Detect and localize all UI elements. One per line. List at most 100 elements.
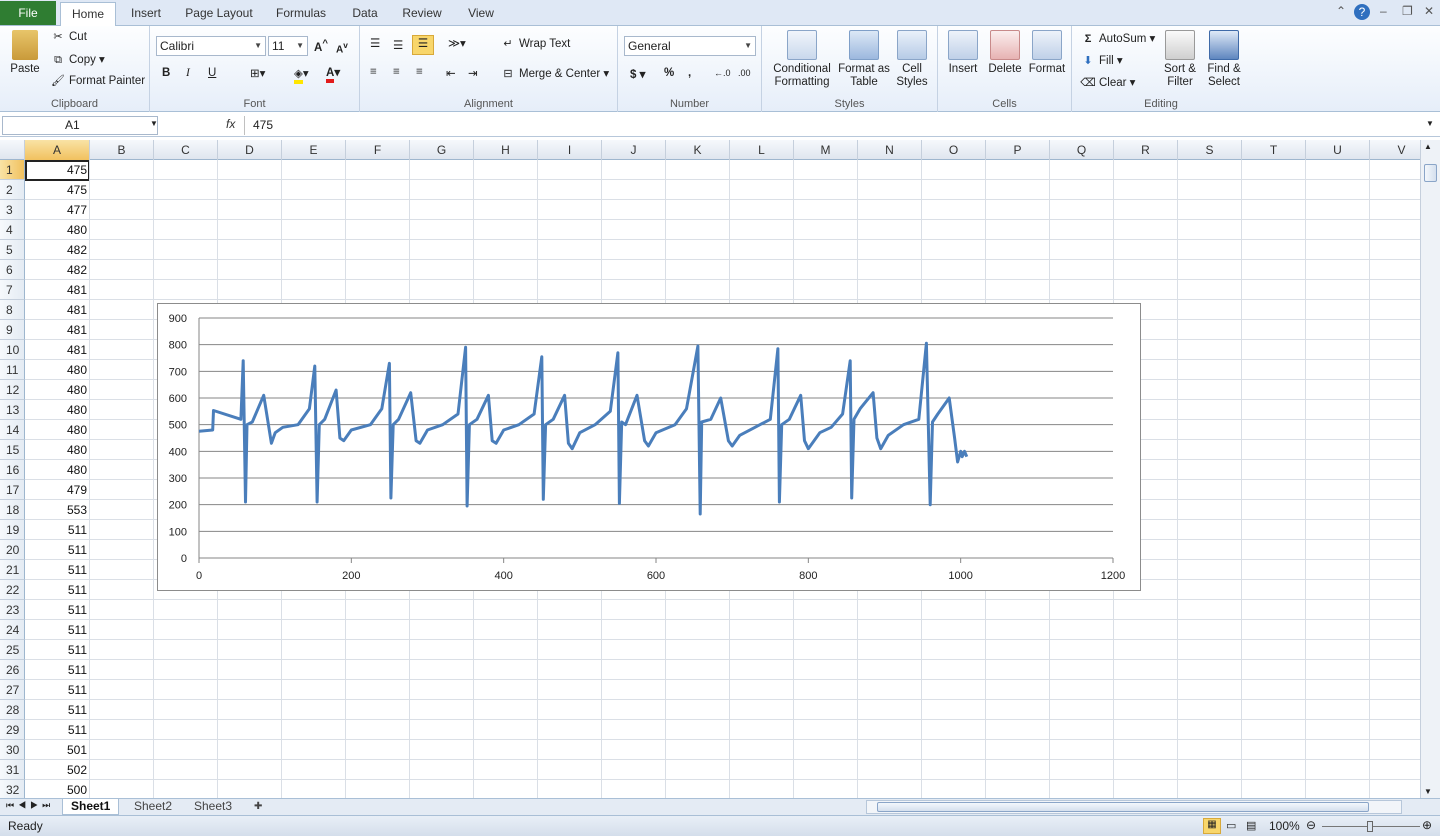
cell-a17[interactable]: 479 (25, 480, 89, 500)
window-restore-icon[interactable]: ❐ (1402, 4, 1413, 18)
align-center-icon[interactable]: ≡ (393, 66, 400, 78)
autosum-button[interactable]: Σ AutoSum ▾ (1080, 31, 1156, 46)
row-header[interactable]: 21 (0, 560, 25, 580)
tab-page-layout[interactable]: Page Layout (180, 2, 258, 26)
column-header[interactable]: E (282, 140, 346, 160)
percent-button[interactable]: % (664, 67, 674, 79)
cell-a7[interactable]: 481 (25, 280, 89, 300)
paste-button[interactable]: Paste (6, 30, 44, 76)
column-header[interactable]: V (1370, 140, 1420, 160)
orientation-icon[interactable]: ≫▾ (448, 36, 466, 50)
row-header[interactable]: 1 (0, 160, 25, 180)
row-header[interactable]: 6 (0, 260, 25, 280)
normal-view-icon[interactable]: ▦ (1203, 818, 1221, 834)
bold-button[interactable]: B (162, 67, 170, 79)
cell-a20[interactable]: 511 (25, 540, 89, 560)
row-header[interactable]: 23 (0, 600, 25, 620)
insert-function-icon[interactable]: fx (226, 117, 235, 131)
column-header[interactable]: C (154, 140, 218, 160)
cell-a5[interactable]: 482 (25, 240, 89, 260)
column-header[interactable]: M (794, 140, 858, 160)
window-minimize-icon[interactable]: – (1380, 4, 1387, 18)
row-header[interactable]: 2 (0, 180, 25, 200)
sheet-tab-2[interactable]: Sheet2 (126, 799, 180, 815)
zoom-in-icon[interactable]: ⊕ (1422, 818, 1432, 832)
row-header[interactable]: 18 (0, 500, 25, 520)
insert-cells-button[interactable]: Insert (942, 30, 984, 76)
cell-a28[interactable]: 511 (25, 700, 89, 720)
column-header[interactable]: B (90, 140, 154, 160)
row-header[interactable]: 24 (0, 620, 25, 640)
increase-decimal-button[interactable]: ←.0 (714, 68, 731, 78)
horizontal-scroll-thumb[interactable] (877, 802, 1369, 812)
font-size-select[interactable]: 11 ▼ (268, 36, 308, 56)
decrease-decimal-button[interactable]: .00 (738, 68, 751, 78)
row-header[interactable]: 10 (0, 340, 25, 360)
clear-button[interactable]: ⌫ Clear ▾ (1080, 75, 1135, 90)
format-as-table-button[interactable]: Format as Table (838, 30, 890, 89)
column-header[interactable]: O (922, 140, 986, 160)
tab-home[interactable]: Home (60, 2, 116, 27)
cell-a30[interactable]: 501 (25, 740, 89, 760)
cell-a4[interactable]: 480 (25, 220, 89, 240)
delete-cells-button[interactable]: Delete (984, 30, 1026, 76)
row-header[interactable]: 4 (0, 220, 25, 240)
row-header[interactable]: 7 (0, 280, 25, 300)
row-header[interactable]: 9 (0, 320, 25, 340)
expand-formula-bar-icon[interactable]: ▼ (1426, 119, 1434, 128)
align-middle-icon[interactable]: ☰ (393, 38, 403, 52)
zoom-out-icon[interactable]: ⊖ (1306, 818, 1316, 832)
tab-review[interactable]: Review (398, 2, 446, 26)
zoom-level[interactable]: 100% (1269, 819, 1300, 833)
vertical-scrollbar[interactable]: ▲ ▼ (1420, 140, 1440, 798)
align-left-icon[interactable]: ≡ (370, 66, 377, 78)
row-header[interactable]: 28 (0, 700, 25, 720)
column-header[interactable]: I (538, 140, 602, 160)
line-chart[interactable]: 0 100 200 300 400 500 600 700 800 900 0 200 400 600 80… (157, 303, 1141, 591)
page-break-view-icon[interactable]: ▤ (1246, 819, 1256, 832)
cell-a27[interactable]: 511 (25, 680, 89, 700)
insert-sheet-icon[interactable]: ✚ (246, 799, 270, 815)
grow-font-icon[interactable]: A^ (314, 38, 328, 54)
window-close-icon[interactable]: ✕ (1424, 4, 1434, 18)
font-color-icon[interactable]: A▾ (326, 65, 340, 83)
cell-a26[interactable]: 511 (25, 660, 89, 680)
row-header[interactable]: 5 (0, 240, 25, 260)
underline-button[interactable]: U (208, 67, 216, 79)
cell-a13[interactable]: 480 (25, 400, 89, 420)
format-painter-button[interactable]: 🖌 Format Painter (50, 74, 145, 88)
cell-a10[interactable]: 481 (25, 340, 89, 360)
wrap-text-button[interactable]: ↵ Wrap Text (500, 37, 570, 51)
cell-a2[interactable]: 475 (25, 180, 89, 200)
tab-insert[interactable]: Insert (124, 2, 168, 26)
row-header[interactable]: 13 (0, 400, 25, 420)
row-header[interactable]: 29 (0, 720, 25, 740)
cell-a23[interactable]: 511 (25, 600, 89, 620)
column-header[interactable]: H (474, 140, 538, 160)
align-top-icon[interactable]: ☰ (370, 36, 380, 50)
scroll-down-icon[interactable]: ▼ (1424, 787, 1432, 796)
column-header[interactable]: P (986, 140, 1050, 160)
help-icon[interactable]: ? (1354, 4, 1370, 20)
row-header[interactable]: 22 (0, 580, 25, 600)
row-header[interactable]: 14 (0, 420, 25, 440)
cell-a3[interactable]: 477 (25, 200, 89, 220)
row-header[interactable]: 20 (0, 540, 25, 560)
shrink-font-icon[interactable]: Av (336, 40, 348, 55)
cell-a8[interactable]: 481 (25, 300, 89, 320)
column-header[interactable]: U (1306, 140, 1370, 160)
row-header[interactable]: 31 (0, 760, 25, 780)
sheet-tab-3[interactable]: Sheet3 (186, 799, 240, 815)
cut-button[interactable]: ✂ Cut (50, 30, 87, 44)
row-header[interactable]: 32 (0, 780, 25, 798)
select-all-corner[interactable] (0, 140, 25, 160)
chevron-down-icon[interactable]: ▼ (150, 119, 158, 128)
align-bottom-icon[interactable]: ☰ (412, 35, 434, 55)
row-header[interactable]: 19 (0, 520, 25, 540)
row-header[interactable]: 16 (0, 460, 25, 480)
scroll-up-icon[interactable]: ▲ (1424, 142, 1432, 151)
column-header[interactable]: J (602, 140, 666, 160)
cell-a14[interactable]: 480 (25, 420, 89, 440)
cell-a15[interactable]: 480 (25, 440, 89, 460)
cell-a22[interactable]: 511 (25, 580, 89, 600)
